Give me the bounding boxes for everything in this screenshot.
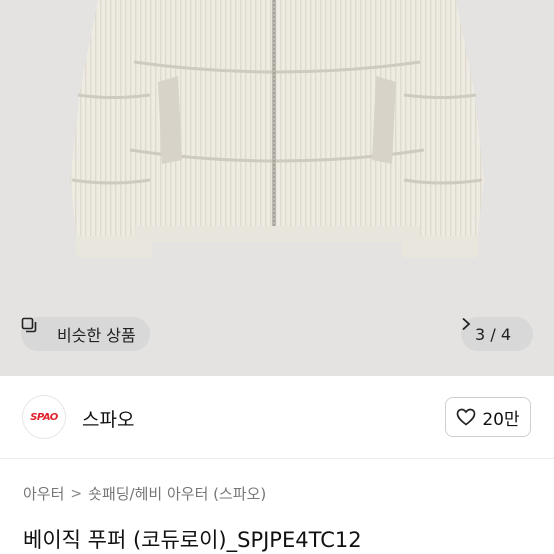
breadcrumb-separator: > bbox=[70, 485, 83, 502]
similar-items-label: 비슷한 상품 bbox=[57, 326, 136, 345]
breadcrumb: 아우터 > 숏패딩/헤비 아우터 (스파오) bbox=[23, 483, 266, 504]
like-count: 20만 bbox=[482, 409, 520, 430]
pager-current: 3 bbox=[475, 324, 486, 344]
breadcrumb-level2[interactable]: 숏패딩/헤비 아우터 (스파오) bbox=[88, 483, 266, 504]
pager-indicator: 3 / 4 bbox=[475, 325, 511, 344]
pager-total: 4 bbox=[500, 324, 511, 344]
shop-name[interactable]: 스파오 bbox=[82, 405, 134, 432]
heart-outline-icon bbox=[456, 408, 476, 426]
breadcrumb-level1[interactable]: 아우터 bbox=[23, 483, 64, 504]
image-pager[interactable]: 3 / 4 bbox=[461, 317, 533, 351]
product-image[interactable]: 비슷한 상품 3 / 4 bbox=[0, 0, 554, 376]
shop-logo-text: SPAO bbox=[30, 411, 58, 423]
similar-items-button[interactable]: 비슷한 상품 bbox=[21, 317, 150, 351]
shop-logo[interactable]: SPAO bbox=[22, 395, 66, 439]
pager-separator: / bbox=[490, 324, 496, 344]
product-title: 베이직 푸퍼 (코듀로이)_SPJPE4TC12 bbox=[23, 528, 362, 552]
like-button[interactable]: 20만 bbox=[445, 397, 531, 437]
shop-info-row: SPAO 스파오 20만 bbox=[0, 376, 554, 458]
section-divider bbox=[0, 458, 554, 459]
similar-items-icon bbox=[21, 317, 49, 342]
